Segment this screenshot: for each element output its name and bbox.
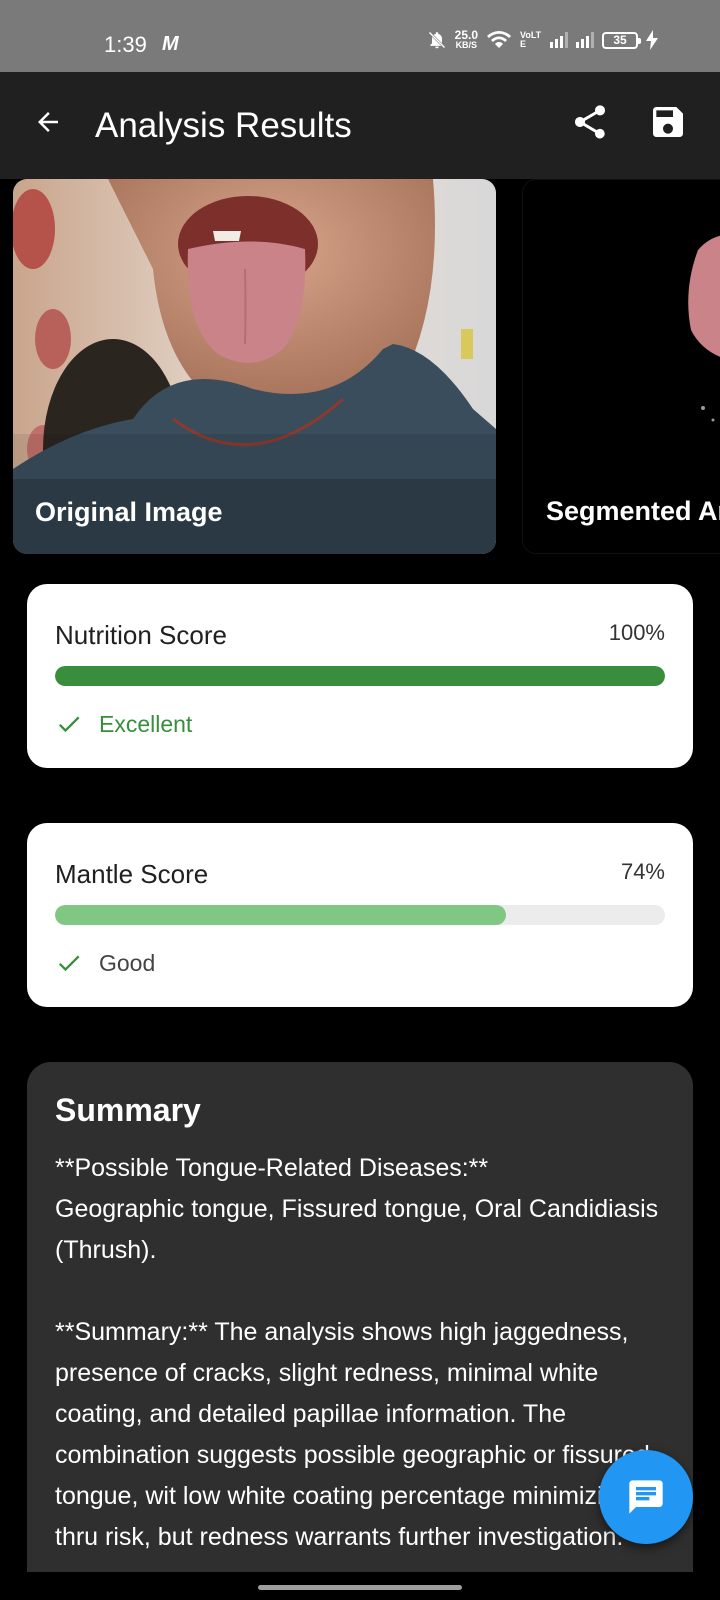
score-label: Mantle Score [55, 859, 209, 889]
score-value: 100% [608, 620, 665, 645]
image-carousel[interactable]: Original Image Segmented Ar [0, 179, 720, 555]
share-icon [575, 105, 605, 139]
image-caption: Original Image [35, 497, 223, 527]
wifi-icon [487, 31, 511, 48]
mantle-score-card: Mantle Score 74% Good [27, 823, 693, 1007]
summary-title: Summary [55, 1092, 201, 1128]
score-status-label: Excellent [99, 710, 193, 737]
app-bar: Analysis Results [0, 72, 720, 179]
save-icon [653, 107, 683, 137]
save-button[interactable] [648, 102, 692, 146]
status-time: 1:39 [104, 32, 147, 57]
volte-icon: VoLTE [520, 31, 542, 49]
chat-fab-button[interactable] [599, 1450, 693, 1544]
back-arrow-icon [38, 112, 58, 132]
image-caption: Segmented Ar [546, 496, 720, 526]
charging-icon [646, 30, 658, 50]
page-title: Analysis Results [95, 106, 352, 145]
share-button[interactable] [570, 102, 614, 146]
check-icon [58, 955, 80, 972]
status-icons: 25.0 KB/S VoLTE 35 [427, 28, 658, 50]
carrier-icon: M [162, 33, 179, 55]
score-progress-fill [55, 905, 507, 925]
home-indicator[interactable] [258, 1585, 462, 1590]
original-image-card[interactable]: Original Image [13, 179, 496, 554]
chat-icon [629, 1480, 663, 1514]
score-value: 74% [620, 859, 665, 884]
status-bar: 1:39 M 25.0 KB/S VoLTE 35 [0, 0, 720, 72]
summary-card: Summary **Possible Tongue-Related Diseas… [27, 1062, 693, 1600]
check-icon [58, 716, 80, 733]
net-speed: 25.0 KB/S [454, 28, 478, 50]
score-label: Nutrition Score [55, 620, 227, 650]
score-status: Good [55, 949, 155, 977]
score-progress-bar [55, 905, 665, 925]
score-status-label: Good [99, 949, 156, 976]
summary-body: **Possible Tongue-Related Diseases:** Ge… [55, 1154, 659, 1551]
signal-icon [576, 32, 594, 48]
score-status: Excellent [55, 710, 192, 738]
score-progress-fill [55, 666, 665, 686]
score-progress-bar [55, 666, 665, 686]
segmented-image-card[interactable]: Segmented Ar [522, 179, 720, 554]
signal-icon [550, 32, 568, 48]
mute-bell-icon [428, 31, 446, 49]
battery-icon: 35 [602, 31, 641, 49]
back-button[interactable] [26, 100, 70, 144]
nutrition-score-card: Nutrition Score 100% Excellent [27, 584, 693, 768]
system-nav-bar [0, 1572, 720, 1600]
